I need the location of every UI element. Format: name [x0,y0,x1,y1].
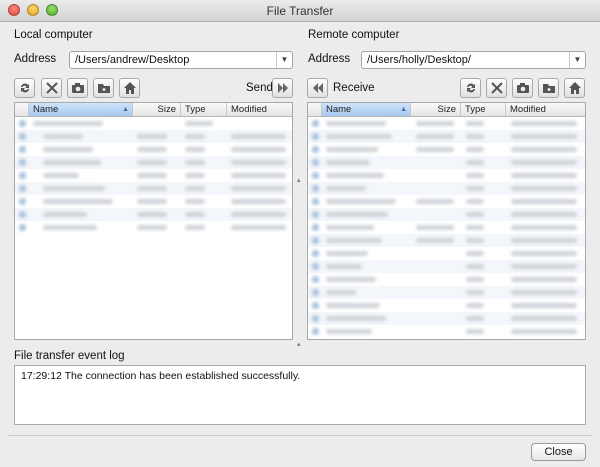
remote-column-type[interactable]: Type [461,103,506,116]
list-item[interactable] [308,143,585,156]
list-item[interactable] [15,143,292,156]
remote-column-name[interactable]: Name ▲ [322,103,411,116]
new-folder-icon [98,84,110,93]
local-address-value: /Users/andrew/Desktop [75,54,190,66]
local-file-list[interactable]: Name ▲ Size Type Modified [14,102,293,340]
local-camera-button[interactable] [67,78,88,98]
list-item[interactable] [308,117,585,130]
window-title: File Transfer [266,4,334,18]
remote-file-list[interactable]: Name ▲ Size Type Modified [307,102,586,340]
receive-label: Receive [333,82,375,94]
local-home-button[interactable] [119,78,140,98]
local-column-modified[interactable]: Modified [227,103,292,116]
local-column-name[interactable]: Name ▲ [29,103,133,116]
local-address-combo[interactable]: /Users/andrew/Desktop ▼ [69,51,293,69]
delete-icon [46,82,58,94]
home-icon [124,82,136,94]
refresh-icon [467,83,475,93]
send-button[interactable] [272,78,293,98]
chevron-down-icon[interactable]: ▼ [276,52,292,68]
remote-file-list-header: Name ▲ Size Type Modified [308,103,585,117]
title-bar: File Transfer [0,0,600,22]
list-item[interactable] [308,325,585,338]
list-item[interactable] [15,130,292,143]
list-item[interactable] [15,208,292,221]
list-item[interactable] [308,130,585,143]
remote-column-size[interactable]: Size [411,103,461,116]
list-item[interactable] [308,208,585,221]
remote-new-folder-button[interactable] [538,78,559,98]
local-file-list-header: Name ▲ Size Type Modified [15,103,292,117]
local-address-label: Address [14,53,57,65]
home-icon [569,82,581,94]
send-arrow-icon [278,83,288,93]
remote-computer-heading: Remote computer [308,29,400,41]
column-icon-header [15,103,29,116]
list-item[interactable] [308,195,585,208]
camera-icon [72,83,84,93]
remote-home-button[interactable] [564,78,585,98]
list-item[interactable] [308,273,585,286]
list-item[interactable] [308,286,585,299]
new-folder-icon [543,84,555,93]
remote-refresh-button[interactable] [460,78,481,98]
list-item[interactable] [308,312,585,325]
local-file-rows [15,117,292,339]
list-item[interactable] [15,169,292,182]
list-item[interactable] [15,195,292,208]
local-computer-heading: Local computer [14,29,93,41]
event-log-heading: File transfer event log [14,350,125,362]
sort-ascending-icon: ▲ [400,106,407,113]
list-item[interactable] [308,156,585,169]
chevron-down-icon[interactable]: ▼ [569,52,585,68]
footer-divider [8,435,592,436]
local-column-size[interactable]: Size [133,103,181,116]
local-new-folder-button[interactable] [93,78,114,98]
list-item[interactable] [15,221,292,234]
column-icon-header [308,103,322,116]
local-delete-button[interactable] [41,78,62,98]
local-column-type[interactable]: Type [181,103,227,116]
list-item[interactable] [15,156,292,169]
splitter-handle-icon[interactable]: ▴ [297,340,301,348]
receive-arrow-icon [313,83,323,93]
list-item[interactable] [308,299,585,312]
refresh-icon [21,83,29,93]
remote-address-label: Address [308,53,351,65]
list-item[interactable] [308,221,585,234]
list-item[interactable] [308,247,585,260]
list-item[interactable] [308,182,585,195]
sort-ascending-icon: ▲ [122,106,129,113]
local-refresh-button[interactable] [14,78,35,98]
splitter-handle-icon[interactable]: ▴ [297,176,301,184]
list-item[interactable] [308,169,585,182]
remote-column-modified[interactable]: Modified [506,103,585,116]
log-entry: 17:29:12 The connection has been establi… [21,370,301,382]
remote-file-rows [308,117,585,339]
camera-icon [517,83,529,93]
close-button[interactable]: Close [531,443,586,461]
list-item[interactable] [15,117,292,130]
list-item[interactable] [308,260,585,273]
receive-button[interactable] [307,78,328,98]
remote-address-combo[interactable]: /Users/holly/Desktop/ ▼ [361,51,586,69]
list-item[interactable] [15,182,292,195]
event-log[interactable]: 17:29:12 The connection has been establi… [14,365,586,425]
list-item[interactable] [308,234,585,247]
remote-delete-button[interactable] [486,78,507,98]
column-name-label: Name [33,104,59,115]
remote-address-value: /Users/holly/Desktop/ [367,54,471,66]
remote-camera-button[interactable] [512,78,533,98]
column-name-label: Name [326,104,352,115]
delete-icon [491,82,503,94]
send-label: Send [246,82,273,94]
